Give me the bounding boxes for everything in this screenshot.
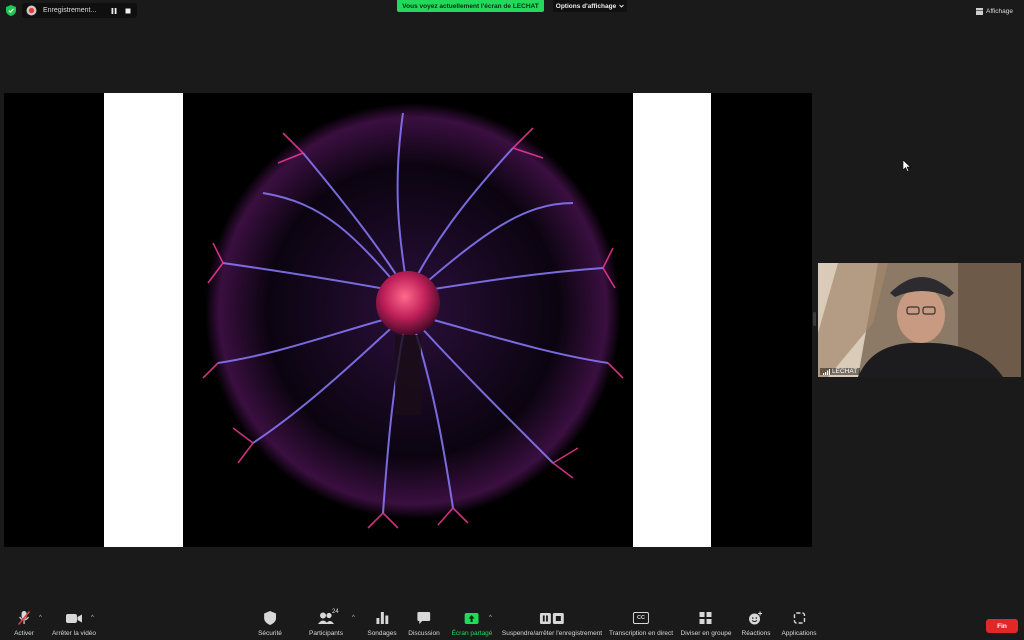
stop-recording-button[interactable] [123,6,133,16]
polls-label: Sondages [367,630,397,637]
stop-video-button[interactable]: Arrêter la vidéo [52,610,96,637]
view-button-label: Affichage [986,7,1013,15]
security-button[interactable]: Sécurité [258,610,282,637]
reactions-button[interactable]: Réactions [741,610,771,637]
participant-video [818,263,1021,377]
recording-label: Enregistrement... [43,7,97,14]
plasma-ball-image [183,93,633,547]
view-options-label: Options d'affichage [555,2,617,10]
participants-label: Participants [309,630,343,637]
reactions-label: Réactions [741,630,771,637]
polls-button[interactable]: Sondages [367,610,397,637]
participant-video-tile[interactable]: LECHAT [818,263,1021,377]
end-meeting-label: Fin [997,622,1007,630]
pause-recording-button[interactable] [109,6,119,16]
video-options-chevron-icon[interactable]: ^ [91,615,94,621]
view-options-button[interactable]: Options d'affichage [553,0,627,12]
end-meeting-button[interactable]: Fin [986,619,1018,633]
chat-button[interactable]: Discussion [408,610,440,637]
mouse-cursor-icon [903,160,911,172]
share-screen-arrow-icon [465,612,479,624]
shared-screen [4,93,812,547]
security-label: Sécurité [258,630,282,637]
participant-name-tag: LECHAT [820,368,861,375]
slide-right-margin [633,93,711,547]
polls-bar-chart-icon [376,612,388,624]
screen-share-banner-text: Vous voyez actuellement l'écran de LECHA… [402,2,539,10]
share-screen-label: Écran partagé [451,630,493,637]
closed-captions-icon: CC [632,612,649,624]
signal-strength-icon [823,368,830,375]
share-options-chevron-icon[interactable]: ^ [489,615,492,621]
panel-resize-handle[interactable] [813,312,816,326]
unmute-button[interactable]: Activer [14,610,34,637]
participants-button[interactable]: 24 Participants [309,609,343,637]
reactions-smiley-icon [749,611,763,625]
top-bar: Enregistrement... Vous voyez actuellemen… [0,0,1024,22]
muted-microphone-icon [17,611,31,625]
participants-count: 24 [332,609,339,615]
pause-stop-recording-label: Suspendre/arrêter l'enregistrement [501,630,603,637]
pause-icon [111,7,117,14]
plasma-ball-graphic [202,103,624,529]
chat-label: Discussion [408,630,440,637]
breakout-rooms-label: Diviser en groupe [680,630,732,637]
breakout-rooms-grid-icon [699,612,712,624]
share-screen-button[interactable]: Écran partagé [451,610,493,637]
live-transcript-label: Transcription en direct [608,630,674,637]
apps-button[interactable]: Applications [781,610,817,637]
chat-bubble-icon [417,612,431,624]
unmute-label: Activer [14,630,34,637]
screen-share-banner: Vous voyez actuellement l'écran de LECHA… [397,0,544,12]
live-transcript-button[interactable]: CC Transcription en direct [609,610,673,637]
audio-options-chevron-icon[interactable]: ^ [39,615,42,621]
pause-stop-recording-icon [540,612,564,624]
slide-left-margin [104,93,183,547]
meeting-toolbar: Activer ^ Arrêter la vidéo ^ Sécurité 24 [0,604,1024,640]
apps-icon [793,612,805,624]
pause-stop-recording-button[interactable]: Suspendre/arrêter l'enregistrement [502,610,602,637]
participants-options-chevron-icon[interactable]: ^ [352,615,355,621]
stop-video-label: Arrêter la vidéo [51,630,97,637]
security-shield-icon [263,611,276,625]
view-button[interactable]: Affichage [976,6,1013,16]
recording-icon [26,5,37,16]
apps-label: Applications [781,630,817,637]
video-camera-icon [65,613,82,623]
stop-icon [125,8,131,13]
chevron-down-icon [619,4,625,8]
breakout-rooms-button[interactable]: Diviser en groupe [680,610,732,637]
participant-name: LECHAT [832,368,858,375]
shield-icon[interactable] [6,5,16,16]
recording-indicator: Enregistrement... [22,3,137,18]
grid-view-icon [976,7,983,15]
